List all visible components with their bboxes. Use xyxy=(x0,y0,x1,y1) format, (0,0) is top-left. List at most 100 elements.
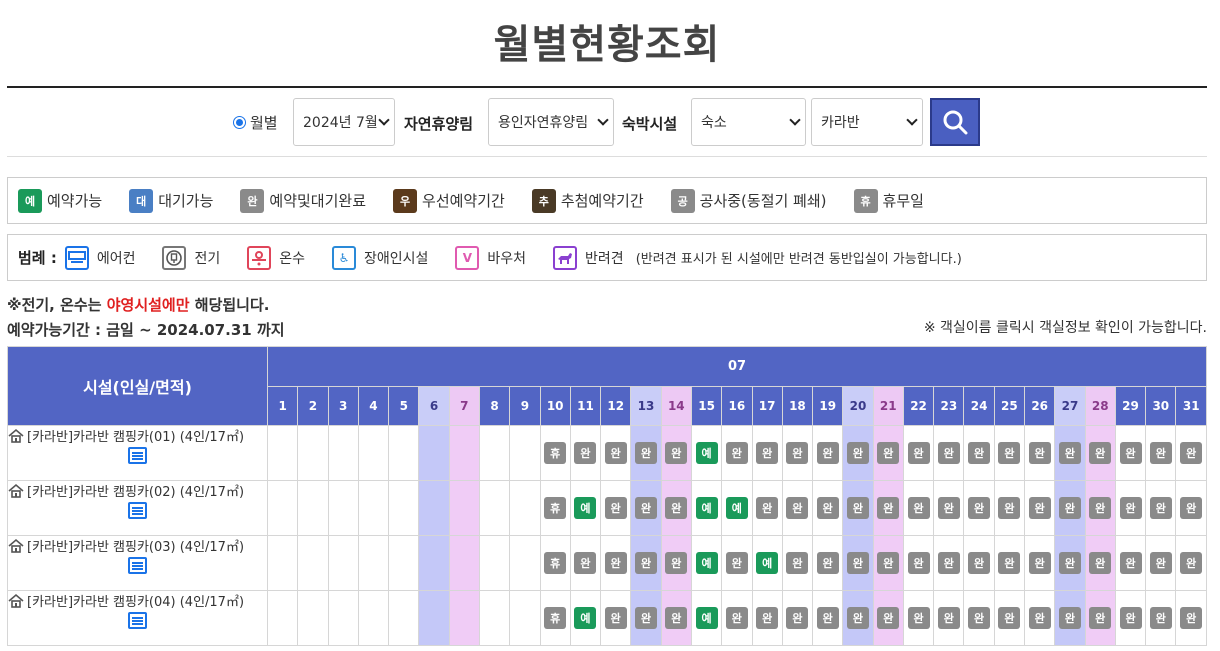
reserve-button[interactable]: 예 xyxy=(695,607,718,629)
legend-accessible: ♿ 장애인시설 xyxy=(332,245,428,270)
day-cell xyxy=(357,535,390,591)
day-header: 17 xyxy=(751,386,783,426)
reserve-button[interactable]: 예 xyxy=(725,497,748,519)
day-cell: 완 xyxy=(1145,590,1177,646)
room-name-link[interactable]: [카라반]카라반 캠핑카(03) (4인/17㎡) xyxy=(27,536,244,555)
day-header: 2 xyxy=(297,386,329,426)
chevron-down-icon xyxy=(378,114,390,126)
legend-aircon: 에어컨 xyxy=(64,245,135,270)
day-cell: 완 xyxy=(872,480,904,536)
day-cell: 완 xyxy=(721,535,753,591)
aircon-icon xyxy=(128,502,147,519)
forest-select[interactable]: 용인자연휴양림 xyxy=(488,98,614,146)
reserve-button[interactable]: 예 xyxy=(756,552,779,574)
month-select[interactable]: 2024년 7월 xyxy=(293,98,395,146)
status-legend-label: 우선예약기간 xyxy=(422,192,505,210)
status-badge: 완 xyxy=(937,607,960,629)
day-cell: 완 xyxy=(812,590,844,646)
day-cell xyxy=(327,480,359,536)
monthly-radio[interactable]: 월별 xyxy=(233,112,278,133)
status-badge: 완 xyxy=(816,552,839,574)
day-cell: 완 xyxy=(933,590,965,646)
status-badge: 완 xyxy=(937,497,960,519)
day-cell: 완 xyxy=(569,425,602,481)
day-header: 14 xyxy=(660,386,692,426)
reserve-button[interactable]: 예 xyxy=(695,442,718,464)
status-badge: 완 xyxy=(1058,607,1081,629)
legend-pet: 반려견 xyxy=(553,245,624,270)
status-badge: 완 xyxy=(756,497,779,519)
room-name-link[interactable]: [카라반]카라반 캠핑카(04) (4인/17㎡) xyxy=(27,591,244,610)
day-cell: 예 xyxy=(690,425,723,481)
search-bar: 월별 2024년 7월 자연휴양림 용인자연휴양림 숙박시설 숙소 카라반 xyxy=(7,97,1207,147)
day-header: 12 xyxy=(600,386,632,426)
status-legend-label: 대기가능 xyxy=(158,192,214,210)
status-legend-item: 공 공사중(동절기 폐쇄) xyxy=(670,188,827,213)
day-cell: 완 xyxy=(600,535,632,591)
status-legend-item: 우 우선예약기간 xyxy=(393,188,505,213)
status-badge: 완 xyxy=(786,497,809,519)
day-header: 23 xyxy=(933,386,965,426)
status-badge: 완 xyxy=(877,497,900,519)
status-legend-item: 추 추첨예약기간 xyxy=(531,188,644,213)
reserve-button[interactable]: 예 xyxy=(695,497,718,519)
status-badge: 완 xyxy=(1119,442,1142,464)
legend-voucher-label: 바우처 xyxy=(487,250,527,267)
notice-electric: ※전기, 온수는 야영시설에만 해당됩니다. xyxy=(7,294,269,315)
day-cell: 완 xyxy=(660,425,692,481)
day-header: 3 xyxy=(327,386,359,426)
day-header: 28 xyxy=(1084,386,1116,426)
status-badge: 완 xyxy=(968,552,991,574)
status-badge: 완 xyxy=(665,607,688,629)
reserve-button[interactable]: 예 xyxy=(695,552,718,574)
day-cell: 완 xyxy=(630,480,662,536)
day-cell xyxy=(327,425,359,481)
room-name-link[interactable]: [카라반]카라반 캠핑카(02) (4인/17㎡) xyxy=(27,481,244,500)
radio-selected-icon[interactable] xyxy=(233,116,246,129)
status-badge: 완 xyxy=(1180,497,1203,519)
pet-note: (반려견 표시가 된 시설에만 반려견 동반입실이 가능합니다.) xyxy=(635,252,962,267)
day-cell: 완 xyxy=(993,535,1026,591)
status-legend-item: 휴 휴무일 xyxy=(853,188,924,213)
status-badge: 완 xyxy=(635,552,658,574)
status-badge: 완 xyxy=(998,497,1021,519)
table-row: [카라반]카라반 캠핑카(02) (4인/17㎡) 휴 예 완 완 완 예 예 완 완 완 완 완 완 완 완… xyxy=(7,480,1207,536)
day-cell: 완 xyxy=(600,480,632,536)
legend-electric-label: 전기 xyxy=(194,250,221,267)
lodging-sub-select[interactable]: 카라반 xyxy=(811,98,923,146)
status-badge: 완 xyxy=(846,552,869,574)
chevron-down-icon xyxy=(906,114,918,126)
day-cell: 완 xyxy=(1114,535,1147,591)
day-header: 11 xyxy=(569,386,602,426)
status-badge: 완 xyxy=(816,497,839,519)
room-name-link[interactable]: [카라반]카라반 캠핑카(01) (4인/17㎡) xyxy=(27,426,244,445)
status-badge: 완 xyxy=(816,607,839,629)
availability-table: 시설(인실/면적) 07 1 2 3 4 5 6 7 8 9 10 11 12 13 14 15 16 17 18… xyxy=(7,346,1207,646)
facility-cell: [카라반]카라반 캠핑카(01) (4인/17㎡) xyxy=(7,425,268,481)
day-cell xyxy=(388,535,420,591)
status-badge: 예 xyxy=(18,188,42,213)
day-cell xyxy=(448,590,480,646)
day-cell xyxy=(509,480,541,536)
status-badge: 완 xyxy=(665,442,688,464)
status-badge: 완 xyxy=(725,552,748,574)
day-cell: 완 xyxy=(630,590,662,646)
day-cell xyxy=(327,590,359,646)
day-cell: 완 xyxy=(812,425,844,481)
lodging-type-select[interactable]: 숙소 xyxy=(691,98,806,146)
search-button[interactable] xyxy=(930,98,980,146)
day-header: 21 xyxy=(872,386,904,426)
day-cell xyxy=(448,535,480,591)
day-cell: 완 xyxy=(781,590,814,646)
day-cell: 완 xyxy=(933,425,965,481)
day-cell: 완 xyxy=(600,425,632,481)
home-icon xyxy=(8,428,24,443)
day-cell: 예 xyxy=(690,590,723,646)
reserve-button[interactable]: 예 xyxy=(574,497,597,519)
booking-period: 예약가능기간 : 금일 ~ 2024.07.31 까지 xyxy=(7,321,285,339)
day-cell: 휴 xyxy=(539,425,571,481)
reserve-button[interactable]: 예 xyxy=(574,607,597,629)
status-badge: 완 xyxy=(1149,607,1172,629)
day-cell: 완 xyxy=(902,590,935,646)
aircon-icon xyxy=(128,447,147,464)
